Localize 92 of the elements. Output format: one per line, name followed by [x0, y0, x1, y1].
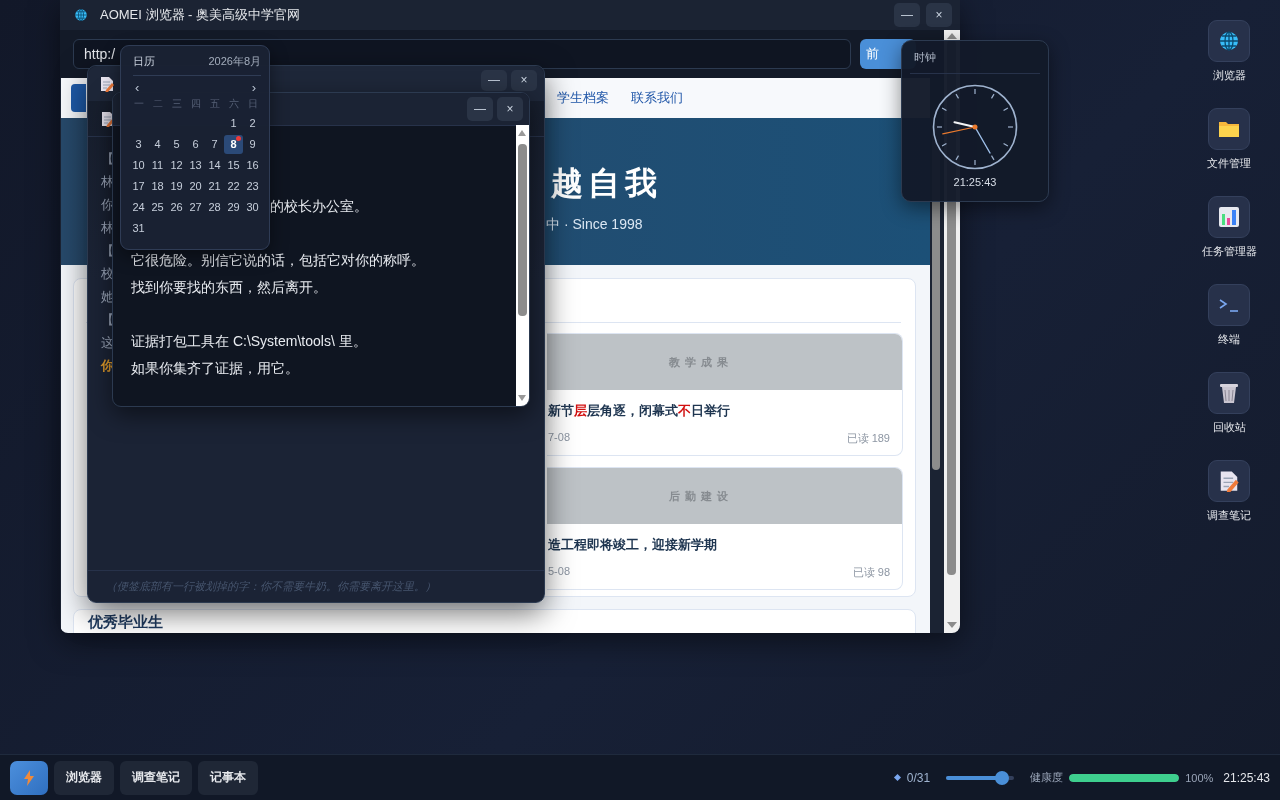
- calendar-day[interactable]: 28: [205, 198, 224, 217]
- calendar-day[interactable]: 13: [186, 156, 205, 175]
- minimize-button[interactable]: —: [481, 69, 507, 91]
- news-date: 7-08: [548, 431, 571, 445]
- news-title[interactable]: 新节层层角逐，闭幕式不日举行: [548, 402, 730, 420]
- health-reading: 100%: [1185, 771, 1214, 784]
- bar-chart-icon: [1218, 206, 1240, 228]
- calendar-day[interactable]: 6: [186, 135, 205, 154]
- section-heading: 优秀毕业生: [88, 613, 163, 630]
- note-line: 【: [101, 311, 114, 329]
- calendar-day[interactable]: 4: [148, 135, 167, 154]
- calendar-day[interactable]: 1: [224, 114, 243, 133]
- news-title[interactable]: 造工程即将竣工，迎接新学期: [548, 536, 717, 554]
- calendar-day[interactable]: 31: [129, 219, 148, 238]
- calendar-day[interactable]: 24: [129, 198, 148, 217]
- taskbar-button[interactable]: 调查笔记: [120, 760, 192, 795]
- calendar-day[interactable]: 26: [167, 198, 186, 217]
- desktop-shortcut[interactable]: 回收站: [1190, 372, 1268, 446]
- calendar-day[interactable]: 10: [129, 156, 148, 175]
- hero-tagline: 中 · Since 1998: [546, 216, 643, 234]
- calendar-day[interactable]: 29: [224, 198, 243, 217]
- calendar-day[interactable]: 8: [224, 135, 243, 154]
- desktop-shortcut[interactable]: 浏览器: [1190, 20, 1268, 94]
- scrollbar[interactable]: [516, 125, 529, 406]
- calendar-day[interactable]: 3: [129, 135, 148, 154]
- taskbar-clock: 21:25:43: [1223, 770, 1270, 785]
- weekday-label: 六: [227, 97, 240, 111]
- clock-time: 21:25:43: [952, 176, 998, 188]
- prev-month-button[interactable]: ‹: [135, 80, 140, 96]
- note-text: 它很危险。别信它说的话，包括它对你的称呼。: [131, 252, 425, 268]
- minimize-button[interactable]: —: [467, 97, 493, 121]
- nav-link[interactable]: 学生档案: [557, 85, 609, 111]
- note-text: 如果你集齐了证据，用它。: [131, 360, 299, 376]
- note-icon: [1219, 470, 1239, 492]
- widget-title: 时钟: [914, 49, 936, 65]
- close-button[interactable]: ×: [497, 97, 523, 121]
- calendar-day[interactable]: 7: [205, 135, 224, 154]
- calendar-day[interactable]: 23: [243, 177, 262, 196]
- hero-headline: 越自我: [551, 164, 662, 203]
- health-label: 健康度: [1030, 770, 1064, 785]
- next-month-button[interactable]: ›: [251, 80, 256, 96]
- calendar-day[interactable]: 12: [167, 156, 186, 175]
- minimize-button[interactable]: —: [894, 3, 920, 27]
- calendar-day[interactable]: 19: [167, 177, 186, 196]
- note-text: 找到你要找的东西，然后离开。: [131, 279, 327, 295]
- calendar-day[interactable]: 20: [186, 177, 205, 196]
- calendar-title: 日历: [133, 54, 155, 69]
- trash-icon: [1219, 382, 1239, 404]
- progress-counter: 0/31: [906, 770, 931, 785]
- calendar-day[interactable]: 14: [205, 156, 224, 175]
- close-button[interactable]: ×: [926, 3, 952, 27]
- calendar-day[interactable]: 16: [243, 156, 262, 175]
- calendar-day[interactable]: 5: [167, 135, 186, 154]
- desktop-shortcut[interactable]: 终端: [1190, 284, 1268, 358]
- terminal-icon: [1218, 297, 1240, 313]
- note-text: 的校长办公室。: [270, 198, 368, 214]
- folder-icon: [1218, 119, 1240, 139]
- calendar-day[interactable]: 27: [186, 198, 205, 217]
- taskbar-button[interactable]: 记事本: [198, 760, 258, 795]
- note-line: 【: [101, 242, 114, 260]
- calendar-day[interactable]: 25: [148, 198, 167, 217]
- volume-slider[interactable]: [946, 770, 1015, 785]
- note-text: 证据打包工具在 C:\System\tools\ 里。: [131, 333, 367, 349]
- weekday-label: 四: [189, 97, 202, 111]
- calendar-day[interactable]: 9: [243, 135, 262, 154]
- desktop-shortcut[interactable]: 任务管理器: [1190, 196, 1268, 270]
- globe-icon: [1218, 30, 1240, 52]
- nav-link[interactable]: 联系我们: [631, 85, 683, 111]
- lightning-icon: [24, 769, 34, 786]
- calendar-day[interactable]: 21: [205, 177, 224, 196]
- close-button[interactable]: ×: [511, 69, 537, 91]
- taskbar-button[interactable]: 浏览器: [54, 760, 114, 795]
- weekday-label: 五: [208, 97, 221, 111]
- calendar-day[interactable]: 22: [224, 177, 243, 196]
- calendar-day[interactable]: 2: [243, 114, 262, 133]
- month-label: 2026年8月: [208, 54, 261, 69]
- calendar-day[interactable]: 17: [129, 177, 148, 196]
- globe-icon: [74, 8, 88, 22]
- calendar-day[interactable]: 11: [148, 156, 167, 175]
- calendar-day[interactable]: 18: [148, 177, 167, 196]
- read-count: 已读 189: [846, 431, 890, 446]
- window-title: AOMEI 浏览器 - 奥美高级中学官网: [100, 6, 302, 24]
- calendar-day[interactable]: 30: [243, 198, 262, 217]
- note-line: 【: [101, 150, 114, 168]
- note-line: 这: [101, 334, 114, 352]
- desktop-shortcut[interactable]: 调查笔记: [1190, 460, 1268, 534]
- news-date: 5-08: [548, 565, 571, 579]
- desktop-shortcut[interactable]: 文件管理: [1190, 108, 1268, 182]
- read-count: 已读 98: [852, 565, 890, 580]
- calendar-day[interactable]: 15: [224, 156, 243, 175]
- note-icon: [100, 75, 114, 92]
- start-button[interactable]: [10, 760, 48, 795]
